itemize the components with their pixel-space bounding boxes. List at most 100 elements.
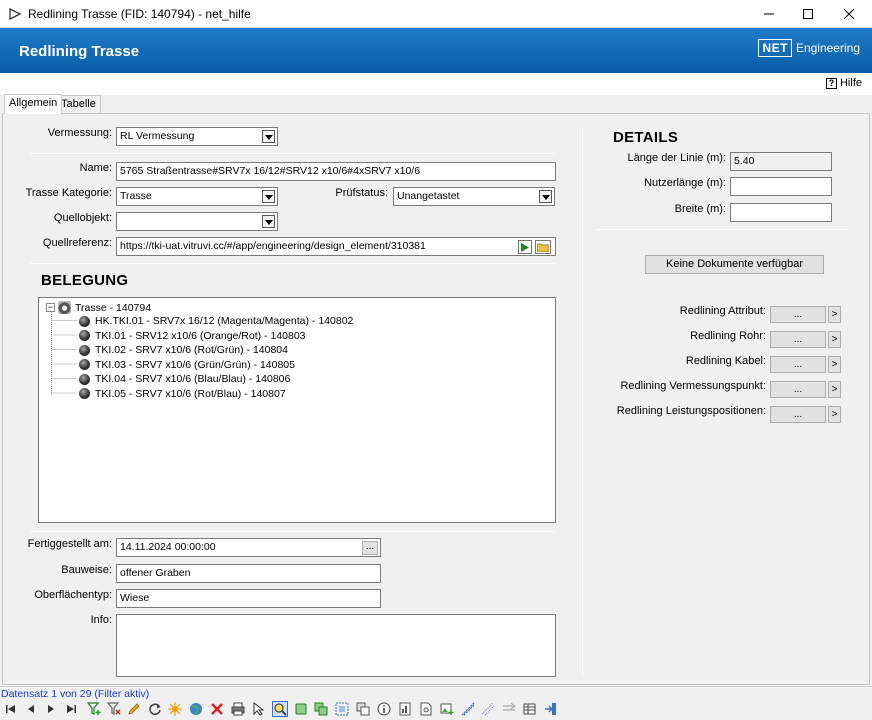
tree-item[interactable]: HK.TKI.01 - SRV7x 16/12 (Magenta/Magenta… — [79, 315, 353, 327]
exit-icon — [545, 703, 556, 715]
belegung-tree[interactable]: − Trasse - 140794 HK.TKI.01 - SRV7x 16/1… — [38, 297, 556, 523]
first-icon — [6, 705, 15, 713]
tab-tabelle[interactable]: Tabelle — [56, 95, 101, 113]
tree-item-label: TKI.05 - SRV7 x10/6 (Rot/Blau) - 140807 — [95, 387, 286, 400]
new-record-button[interactable] — [167, 701, 183, 717]
route-button[interactable] — [501, 701, 517, 717]
select-multiple-button[interactable] — [313, 701, 329, 717]
add-image-button[interactable] — [439, 701, 455, 717]
cable-icon — [79, 330, 90, 341]
chevron-down-icon[interactable] — [262, 215, 275, 228]
redlining-vermessungspunkt-open-button[interactable]: > — [828, 381, 841, 398]
breite-input[interactable] — [730, 203, 832, 222]
tree-item[interactable]: TKI.04 - SRV7 x10/6 (Blau/Blau) - 140806 — [79, 373, 290, 385]
help-link[interactable]: ? Hilfe — [825, 77, 862, 89]
document-button[interactable] — [418, 701, 434, 717]
redlining-attribut-open-button[interactable]: > — [828, 306, 841, 323]
previous-record-button[interactable] — [23, 701, 39, 717]
refresh-icon — [149, 703, 161, 716]
tree-item[interactable]: TKI.03 - SRV7 x10/6 (Grün/Grün) - 140805 — [79, 359, 295, 371]
kategorie-select[interactable]: Trasse — [116, 187, 278, 206]
bauweise-input[interactable]: offener Graben — [116, 564, 381, 583]
name-input[interactable]: 5765 Straßentrasse#SRV7x 16/12#SRV12 x10… — [116, 162, 556, 181]
laenge-label: Länge der Linie (m): — [627, 152, 726, 164]
redlining-rohr-button[interactable]: ... — [770, 331, 826, 348]
info-textarea[interactable] — [116, 614, 556, 677]
table-button[interactable] — [522, 701, 538, 717]
info-button[interactable] — [376, 701, 392, 717]
last-record-button[interactable] — [63, 701, 79, 717]
oberflaeche-input[interactable]: Wiese — [116, 589, 381, 608]
quellobjekt-select[interactable] — [116, 212, 278, 231]
maximize-button[interactable] — [791, 0, 825, 28]
next-record-button[interactable] — [43, 701, 59, 717]
folder-icon — [537, 243, 549, 252]
open-link-button[interactable] — [518, 240, 532, 254]
nutzer-input[interactable] — [730, 177, 832, 196]
kategorie-value: Trasse — [120, 190, 152, 202]
vermessung-select[interactable]: RL Vermessung — [116, 127, 278, 146]
chevron-down-icon[interactable] — [262, 190, 275, 203]
vertical-divider — [582, 128, 583, 676]
select-area-button[interactable] — [334, 701, 350, 717]
first-record-button[interactable] — [3, 701, 19, 717]
minimize-button[interactable] — [752, 0, 786, 28]
redlining-vermessungspunkt-button[interactable]: ... — [770, 381, 826, 398]
redlining-rohr-open-button[interactable]: > — [828, 331, 841, 348]
close-button[interactable] — [832, 0, 866, 28]
tree-item-label: TKI.03 - SRV7 x10/6 (Grün/Grün) - 140805 — [95, 358, 295, 371]
snap-button[interactable] — [480, 701, 496, 717]
belegung-title: BELEGUNG — [41, 272, 129, 289]
print-button[interactable] — [230, 701, 246, 717]
edit-button[interactable] — [126, 701, 142, 717]
browse-folder-button[interactable] — [535, 240, 551, 254]
tree-item-label: TKI.01 - SRV12 x10/6 (Orange/Rot) - 1408… — [95, 329, 306, 342]
quellreferenz-input[interactable]: https://tki-uat.vitruvi.cc/#/app/enginee… — [116, 237, 556, 256]
select-pointer-button[interactable] — [251, 701, 267, 717]
route-icon — [503, 702, 516, 711]
add-image-icon — [440, 703, 454, 715]
filter-add-button[interactable] — [86, 701, 102, 717]
maximize-icon — [803, 9, 813, 19]
chevron-down-icon[interactable] — [539, 190, 552, 203]
filter-remove-icon — [107, 702, 121, 715]
delete-button[interactable] — [209, 701, 225, 717]
pruefstatus-select[interactable]: Unangetastet — [393, 187, 555, 206]
redlining-attribut-button[interactable]: ... — [770, 306, 826, 323]
window-title: Redlining Trasse (FID: 140794) - net_hil… — [28, 7, 251, 21]
zoom-to-button[interactable] — [272, 701, 288, 717]
tree-item[interactable]: TKI.01 - SRV12 x10/6 (Orange/Rot) - 1408… — [79, 330, 306, 342]
cable-icon — [79, 373, 90, 385]
redlining-leistungspositionen-button[interactable]: ... — [770, 406, 826, 423]
navigation-bar: Datensatz 1 von 29 (Filter aktiv) — [0, 686, 872, 720]
collapse-icon[interactable]: − — [46, 303, 55, 312]
redlining-kabel-open-button[interactable]: > — [828, 356, 841, 373]
date-picker-button[interactable]: ... — [362, 541, 378, 555]
tree-item-label: TKI.04 - SRV7 x10/6 (Blau/Blau) - 140806 — [95, 373, 291, 385]
zoom-icon — [274, 703, 287, 716]
refresh-button[interactable] — [147, 701, 163, 717]
redlining-kabel-button[interactable]: ... — [770, 356, 826, 373]
tab-allgemein[interactable]: Allgemein — [4, 94, 63, 114]
exit-button[interactable] — [543, 701, 559, 717]
oberflaeche-label: Oberflächentyp: — [34, 589, 112, 601]
record-status: Datensatz 1 von 29 (Filter aktiv) — [1, 688, 150, 700]
documents-button[interactable]: Keine Dokumente verfügbar — [645, 255, 824, 274]
tree-item[interactable]: TKI.05 - SRV7 x10/6 (Rot/Blau) - 140807 — [79, 388, 286, 400]
tree-item[interactable]: TKI.02 - SRV7 x10/6 (Rot/Grün) - 140804 — [79, 344, 288, 356]
laenge-input: 5.40 — [730, 152, 832, 171]
minimize-icon — [764, 13, 774, 15]
measure-button[interactable] — [460, 701, 476, 717]
select-area-icon — [335, 702, 349, 716]
filter-add-icon — [87, 702, 101, 715]
report-button[interactable] — [397, 701, 413, 717]
filter-remove-button[interactable] — [106, 701, 122, 717]
chevron-down-icon[interactable] — [262, 130, 275, 143]
globe-refresh-button[interactable] — [188, 701, 204, 717]
fertig-input[interactable]: 14.11.2024 00:00:00 — [116, 538, 381, 557]
title-bar: Redlining Trasse (FID: 140794) - net_hil… — [0, 0, 872, 28]
select-layer-button[interactable] — [293, 701, 309, 717]
copy-button[interactable] — [355, 701, 371, 717]
redlining-leistungspositionen-open-button[interactable]: > — [828, 406, 841, 423]
separator — [30, 263, 555, 264]
